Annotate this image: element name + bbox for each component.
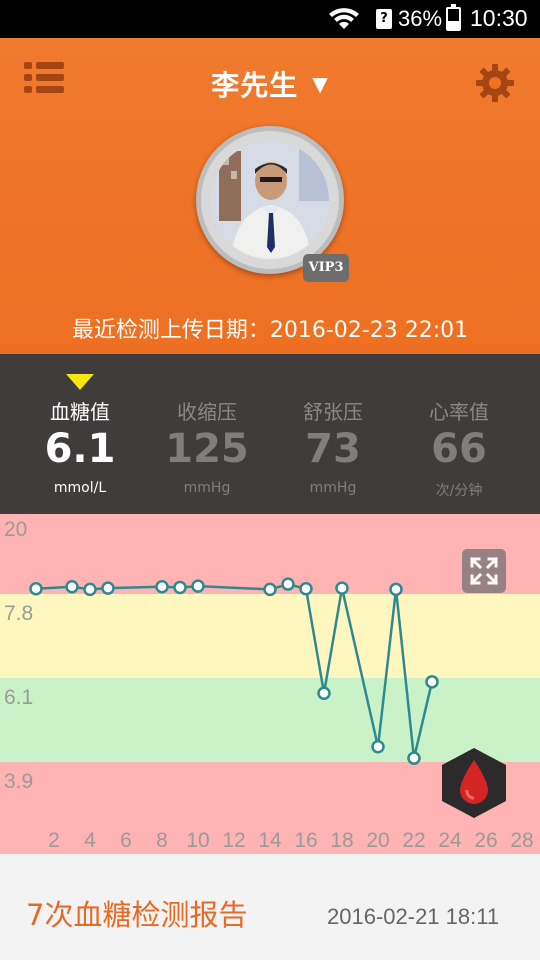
x-tick-label: 20 [366,829,389,852]
x-tick-label: 12 [222,829,245,852]
glucose-data-point[interactable] [263,582,277,597]
glucose-chart[interactable]: 20 7.8 6.1 3.9 2 4 6 8 10 12 14 16 18 20 22 24 26 28 [0,514,540,854]
metric-unit: mmol/L [53,480,107,496]
y-threshold-label: 20 [4,518,27,541]
selected-indicator-icon [66,374,94,390]
expand-icon[interactable] [462,549,506,593]
glucose-data-point[interactable] [389,582,403,597]
metric-label: 心率值 [429,400,489,424]
metric-tab-systolic[interactable]: 收缩压 125 mmHg [144,354,270,514]
x-tick-label: 24 [438,829,462,852]
x-tick-label: 26 [474,829,497,852]
y-threshold-label: 7.8 [4,602,33,625]
metric-unit: 次/分钟 [435,483,483,499]
glucose-data-point[interactable] [335,581,349,595]
metric-unit: mmHg [183,480,231,496]
gear-icon[interactable] [475,63,515,103]
glucose-data-point[interactable] [29,582,43,596]
zone-elevated [0,594,540,678]
report-time: 2016-02-21 18:11 [327,904,500,929]
metric-value: 125 [165,426,249,472]
battery-percent: 36% [398,6,443,31]
blood-drop-icon[interactable] [440,746,508,820]
glucose-data-point[interactable] [65,580,79,594]
glucose-data-point[interactable] [407,751,421,765]
x-tick-label: 16 [294,829,317,852]
glucose-data-point[interactable] [101,581,115,595]
x-tick-label: 22 [402,829,425,852]
x-tick-label: 10 [186,829,209,852]
glucose-data-point[interactable] [281,577,295,591]
glucose-data-point[interactable] [173,580,187,595]
metric-label: 舒张压 [303,400,363,424]
x-tick-label: 8 [156,829,168,852]
user-name: 李先生 [211,69,299,102]
profile-header: 李先生 ▼ VIP3 最近检测上传日期：2016-02-23 22:01 [0,38,540,354]
x-tick-label: 4 [84,829,96,852]
glucose-data-point[interactable] [371,739,385,754]
x-tick-label: 2 [48,829,60,852]
metric-value: 6.1 [44,426,116,472]
y-threshold-label: 3.9 [4,770,33,793]
glucose-data-point[interactable] [155,580,169,594]
metric-tab-diastolic[interactable]: 舒张压 73 mmHg [270,354,396,514]
metric-unit: mmHg [309,480,357,496]
report-title: 7次血糖检测报告 [26,898,248,932]
glucose-data-point[interactable] [191,579,205,593]
x-tick-label: 18 [330,829,353,852]
last-upload-date: 最近检测上传日期：2016-02-23 22:01 [71,318,469,343]
glucose-data-point[interactable] [425,675,439,689]
avatar-frame[interactable] [196,126,344,274]
vip-badge: VIP3 [303,254,349,282]
metric-label: 收缩压 [177,400,237,424]
sim-unknown-icon: ? [376,9,392,29]
status-time: 10:30 [470,5,528,31]
glucose-data-point[interactable] [317,686,331,701]
metric-tab-heart-rate[interactable]: 心率值 66 次/分钟 [396,354,522,514]
wifi-icon [329,8,359,29]
metric-value: 66 [431,426,487,472]
metrics-tabs: 血糖值 6.1 mmol/L 收缩压 125 mmHg 舒张压 73 mmHg … [0,354,540,514]
x-tick-label: 6 [120,829,132,852]
report-entry[interactable]: 7次血糖检测报告 2016-02-21 18:11 [0,854,540,960]
x-tick-label: 28 [510,829,533,852]
y-threshold-label: 6.1 [4,686,33,709]
metric-tab-blood-glucose[interactable]: 血糖值 6.1 mmol/L [17,354,143,514]
avatar [211,141,329,259]
glucose-data-point[interactable] [299,582,313,596]
status-bar: ? 36% 10:30 [0,0,540,38]
metric-value: 73 [305,426,361,472]
user-switcher[interactable]: 李先生 ▼ [0,64,540,104]
zone-high [0,514,540,594]
caret-down-icon: ▼ [312,72,329,96]
metric-label: 血糖值 [50,400,110,424]
battery-icon [446,4,461,31]
glucose-data-point[interactable] [83,582,97,597]
x-tick-label: 14 [258,829,282,852]
